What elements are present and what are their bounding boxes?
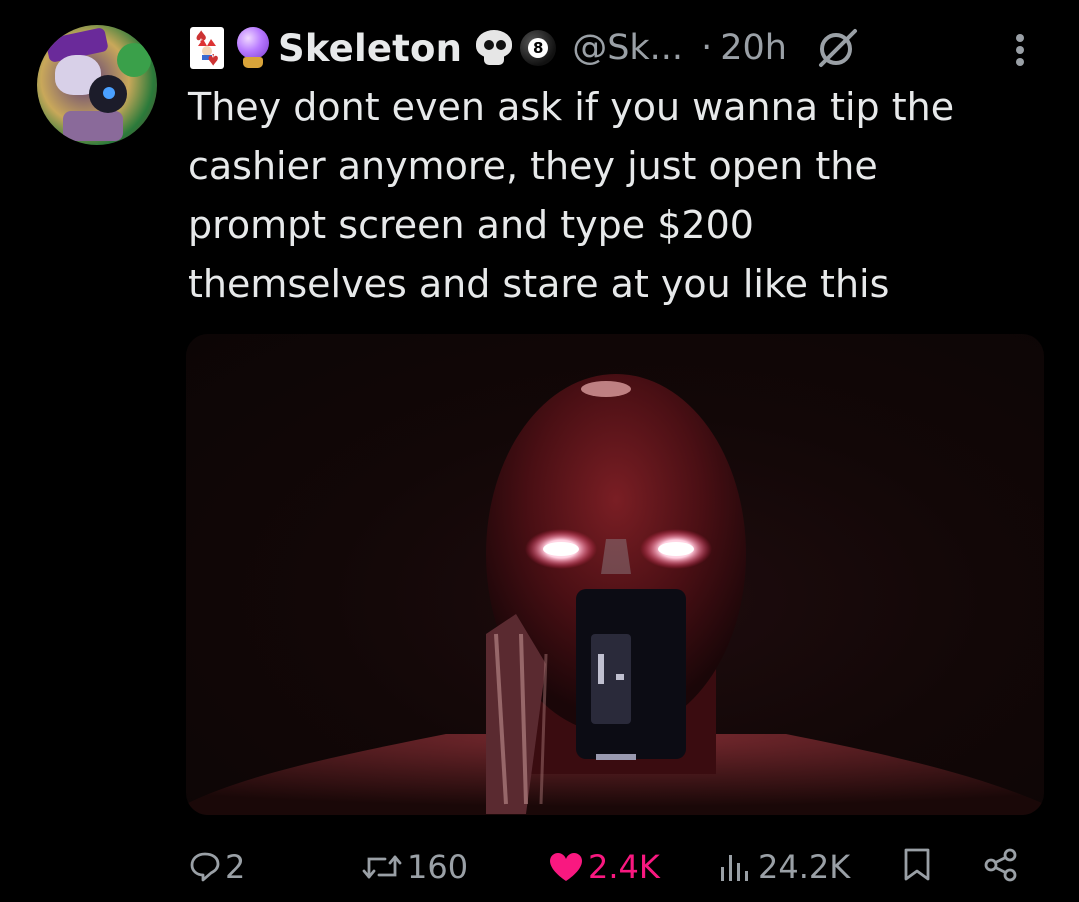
reply-button[interactable]: 2 — [189, 848, 245, 886]
masked-figure-illustration — [186, 374, 1044, 815]
post-actions-bar: 2 160 2.4K 24.2K — [0, 838, 1079, 898]
bookmark-icon — [904, 848, 930, 881]
grok-icon[interactable] — [815, 25, 861, 71]
post-text-line: They dont even ask if you wanna tip the — [188, 85, 955, 129]
like-count: 2.4K — [588, 848, 660, 886]
share-button[interactable] — [983, 848, 1019, 882]
avatar-lens-shape — [103, 87, 115, 99]
avatar[interactable] — [37, 25, 157, 145]
card-corner-bottom: ♠ — [205, 50, 220, 69]
repost-count: 160 — [407, 848, 469, 886]
user-handle[interactable]: @Sk... — [572, 28, 683, 68]
joker-card-icon: ♠ ♠ — [190, 27, 224, 69]
bookmark-button[interactable] — [903, 848, 931, 882]
post-text: They dont even ask if you wanna tip the … — [188, 78, 1048, 314]
display-name[interactable]: Skeleton — [278, 27, 462, 70]
like-button[interactable]: 2.4K — [548, 848, 660, 886]
post-timestamp[interactable]: 20h — [720, 28, 787, 68]
post-text-line: themselves and stare at you like this — [188, 262, 890, 306]
repost-button[interactable]: 160 — [361, 848, 468, 886]
views-button[interactable]: 24.2K — [718, 848, 850, 886]
reply-icon — [190, 852, 220, 882]
views-count: 24.2K — [758, 848, 851, 886]
post-media-image[interactable] — [186, 334, 1044, 815]
share-icon — [984, 848, 1017, 882]
repost-icon — [362, 855, 402, 879]
crystal-ball-icon — [234, 25, 272, 71]
post-text-line: cashier anymore, they just open the — [188, 144, 878, 188]
avatar-frog-shape — [117, 43, 151, 77]
reply-count: 2 — [225, 848, 246, 886]
more-options-icon[interactable] — [1008, 30, 1032, 70]
like-icon — [550, 853, 582, 881]
views-icon — [721, 855, 748, 881]
post-header: ♠ ♠ Skeleton 8 @Sk... · 20h — [190, 22, 861, 74]
eight-ball-label: 8 — [528, 38, 549, 58]
avatar-body-shape — [63, 111, 123, 141]
separator-dot: · — [701, 28, 713, 68]
eight-ball-icon: 8 — [520, 30, 557, 66]
skull-icon — [474, 28, 514, 68]
post-text-line: prompt screen and type $200 — [188, 203, 754, 247]
